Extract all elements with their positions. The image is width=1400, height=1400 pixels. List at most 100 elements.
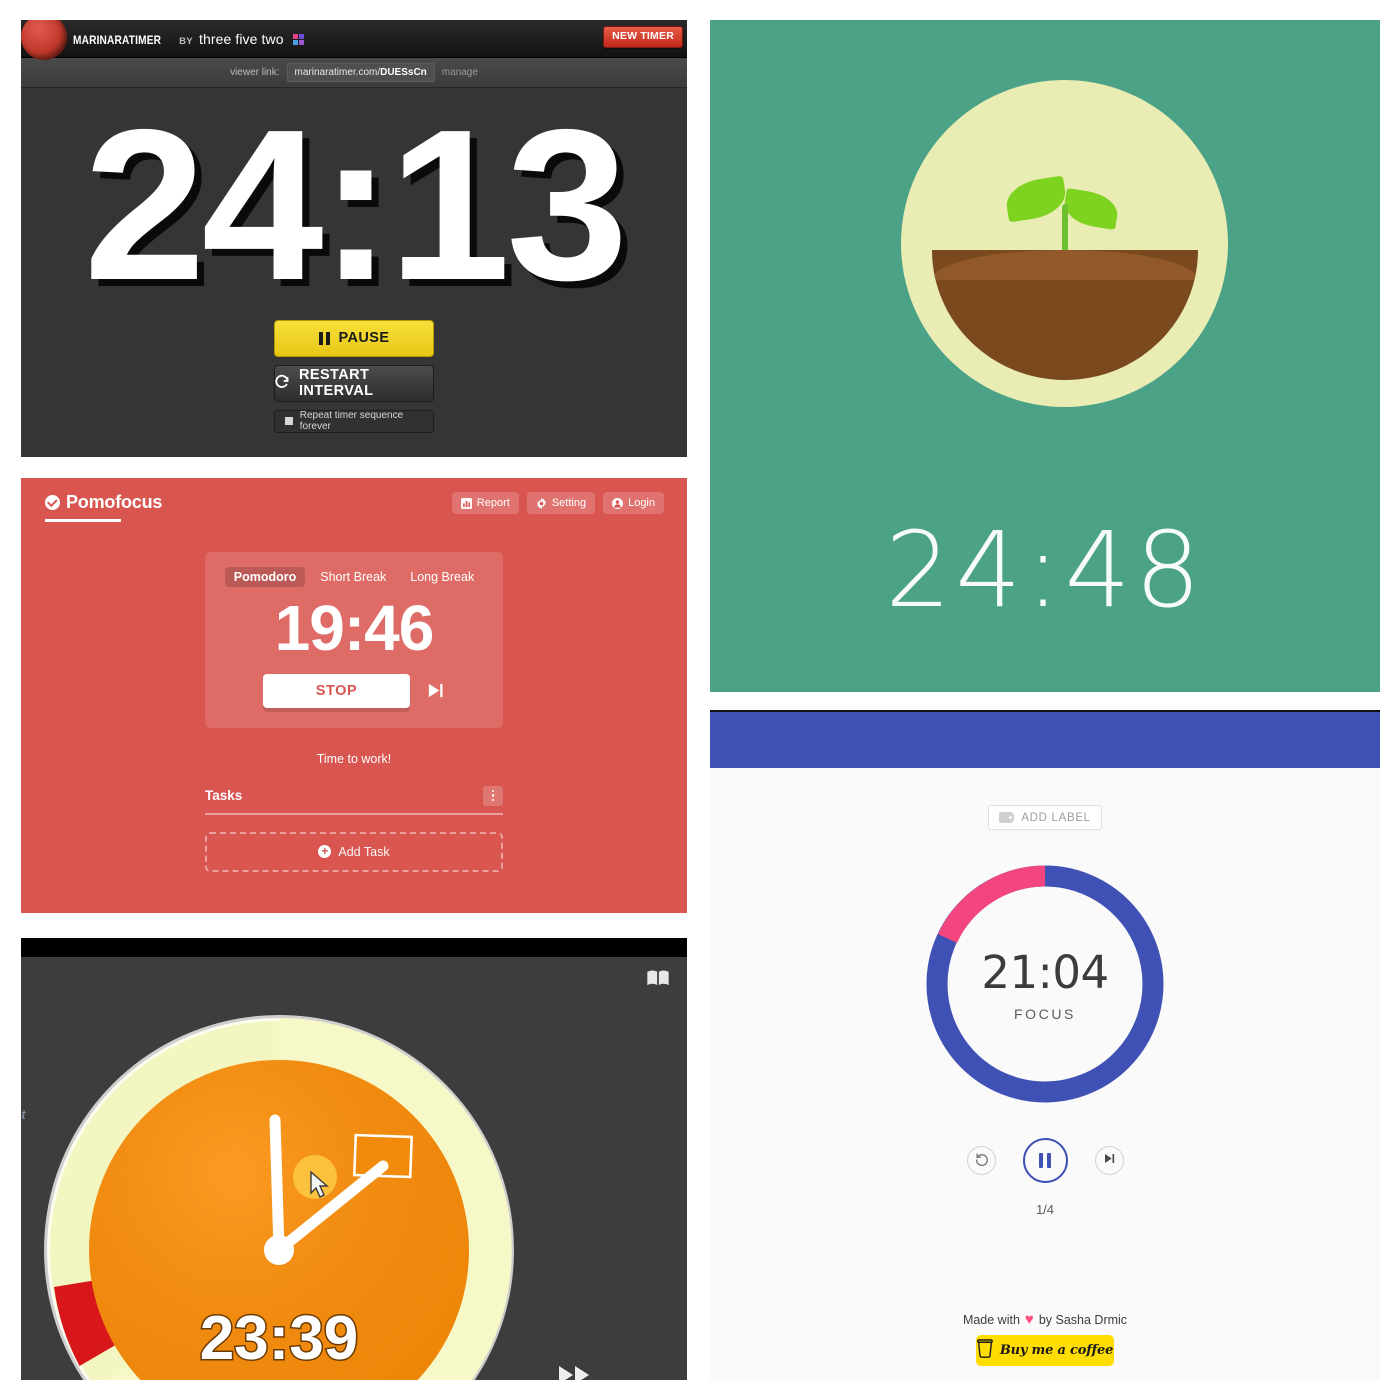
add-label-text: ADD LABEL [1021,811,1091,824]
brand-name: MARINARATIMER [73,34,162,47]
round-counter: 1/4 [1035,1202,1055,1217]
add-task-button[interactable]: + Add Task [205,831,503,872]
restart-button[interactable] [966,1146,996,1175]
coffee-button-label: Buy me a coffee [999,1343,1114,1358]
skip-next-icon [1102,1151,1117,1171]
clock-dial[interactable]: 23:39 [43,1014,515,1380]
viewer-link-label: viewer link: [230,67,280,78]
forest-timer-panel: 24:48 [710,20,1380,692]
brand-by-label: BY [179,35,193,47]
pomofocus-timer-card: Pomodoro Short Break Long Break 19:46 ST… [205,552,503,728]
stem-icon [1062,204,1068,256]
pomofocus-logo[interactable]: Pomofocus [45,492,162,513]
leaf-left-icon [1003,175,1069,223]
heart-icon: ♥ [1024,1311,1034,1328]
marinara-brand: MARINARATIMER BY three five two [73,31,304,47]
pause-icon [318,331,330,345]
tab-long-break[interactable]: Long Break [401,567,483,587]
pomofocus-header-buttons: Report Setting Login [451,492,664,514]
author-name: by Sasha Drmic [1038,1312,1128,1327]
open-book-icon[interactable] [647,970,669,986]
repeat-sequence-checkbox[interactable]: Repeat timer sequence forever [274,409,434,433]
pomofocus-status-message: Time to work! [316,751,392,766]
clock-top-black-bar [21,938,687,957]
clock-stage: st [21,957,687,1380]
marinara-body: 24:13 PAUSE RESTART INTERVAL Repeat time… [21,88,687,456]
made-by-credit: Made with ♥ by Sasha Drmic [710,1312,1380,1327]
add-task-label: Add Task [338,844,390,859]
setting-button[interactable]: Setting [526,492,596,514]
clock-digital-time: 23:39 [200,1304,359,1373]
plus-circle-icon: + [318,845,332,859]
pause-icon [1039,1153,1051,1168]
focus-time-display: 21:04 [981,946,1109,999]
focus-progress-ring: 21:04 FOCUS [919,858,1171,1110]
made-with-text: Made with [962,1312,1020,1327]
viewer-link-field[interactable]: marinaratimer.com/DUESsCn [286,63,435,82]
pomofocus-time-display: 19:46 [274,592,435,664]
active-nav-underline [45,519,121,522]
tasks-header: Tasks [205,785,503,815]
tasks-menu-icon[interactable] [483,785,503,806]
focus-timer-panel: ADD LABEL 21:04 FOCUS 1/4 Made with ♥ by… [710,710,1380,1380]
skip-button[interactable] [1094,1146,1124,1175]
focus-center-readout: 21:04 FOCUS [919,950,1171,1022]
focus-controls [710,1138,1380,1183]
soil-surface [932,250,1198,280]
pomofocus-header: Pomofocus Report Setting Login [21,478,687,522]
add-label-button[interactable]: ADD LABEL [988,805,1102,830]
timer-apps-collage: MARINARATIMER BY three five two NEW TIME… [0,0,1400,1400]
marinara-top-bar: MARINARATIMER BY three five two NEW TIME… [21,20,687,60]
clipped-edge-text: st [21,1107,26,1122]
buy-me-a-coffee-button[interactable]: Buy me a coffee [976,1335,1114,1366]
restart-interval-button[interactable]: RESTART INTERVAL [274,364,434,402]
tab-pomodoro[interactable]: Pomodoro [224,567,306,587]
pomofocus-panel: Pomofocus Report Setting Login Pomodoro … [21,478,687,913]
leaf-right-icon [1061,187,1121,231]
checkbox-icon [285,417,293,426]
pause-button-label: PAUSE [338,330,390,347]
new-timer-button[interactable]: NEW TIMER [603,26,683,48]
pomofocus-actions: STOP [205,673,503,708]
pause-button[interactable]: PAUSE [274,319,434,357]
repeat-label: Repeat timer sequence forever [299,410,404,433]
check-circle-icon [45,495,60,510]
restart-icon [275,374,290,393]
focus-top-bar [710,710,1380,768]
coffee-cup-icon [976,1338,993,1363]
viewer-link-code: DUESsCn [380,67,427,78]
company-logo-icon [292,33,304,45]
forest-time-display: 24:48 [885,509,1205,631]
marinara-time-display: 24:13 [83,84,629,325]
pomofocus-mode-tabs: Pomodoro Short Break Long Break [205,567,503,587]
pomofocus-logo-label: Pomofocus [66,492,163,512]
tasks-label: Tasks [205,788,243,804]
fast-forward-icon[interactable] [559,1365,591,1380]
marinara-timer-panel: MARINARATIMER BY three five two NEW TIME… [21,20,687,457]
manage-link[interactable]: manage [442,67,478,78]
viewer-link-domain: marinaratimer.com/ [294,67,381,78]
restart-icon [974,1151,989,1171]
pause-button[interactable] [1022,1138,1068,1183]
login-button[interactable]: Login [603,492,664,514]
seedling-illustration [901,80,1228,407]
brand-company: three five two [198,30,284,47]
report-button-label: Report [476,497,510,509]
restart-button-label: RESTART INTERVAL [299,367,374,400]
focus-state-label: FOCUS [1014,1006,1076,1022]
soil-bowl-icon [932,250,1198,380]
marinara-controls: PAUSE RESTART INTERVAL Repeat timer sequ… [274,319,434,433]
user-circle-icon [612,497,624,509]
gear-icon [536,497,547,509]
tab-short-break[interactable]: Short Break [311,567,395,587]
stop-button[interactable]: STOP [262,673,411,708]
tag-icon [999,812,1015,823]
analog-clock-timer-panel: st [21,938,687,1380]
report-button[interactable]: Report [451,492,519,514]
setting-button-label: Setting [551,497,587,509]
tomato-logo-icon [21,20,67,60]
focus-footer: Made with ♥ by Sasha Drmic Buy me a coff… [710,1312,1380,1366]
login-button-label: Login [628,497,655,509]
chart-bar-icon [460,497,472,509]
skip-next-icon[interactable] [426,681,445,700]
